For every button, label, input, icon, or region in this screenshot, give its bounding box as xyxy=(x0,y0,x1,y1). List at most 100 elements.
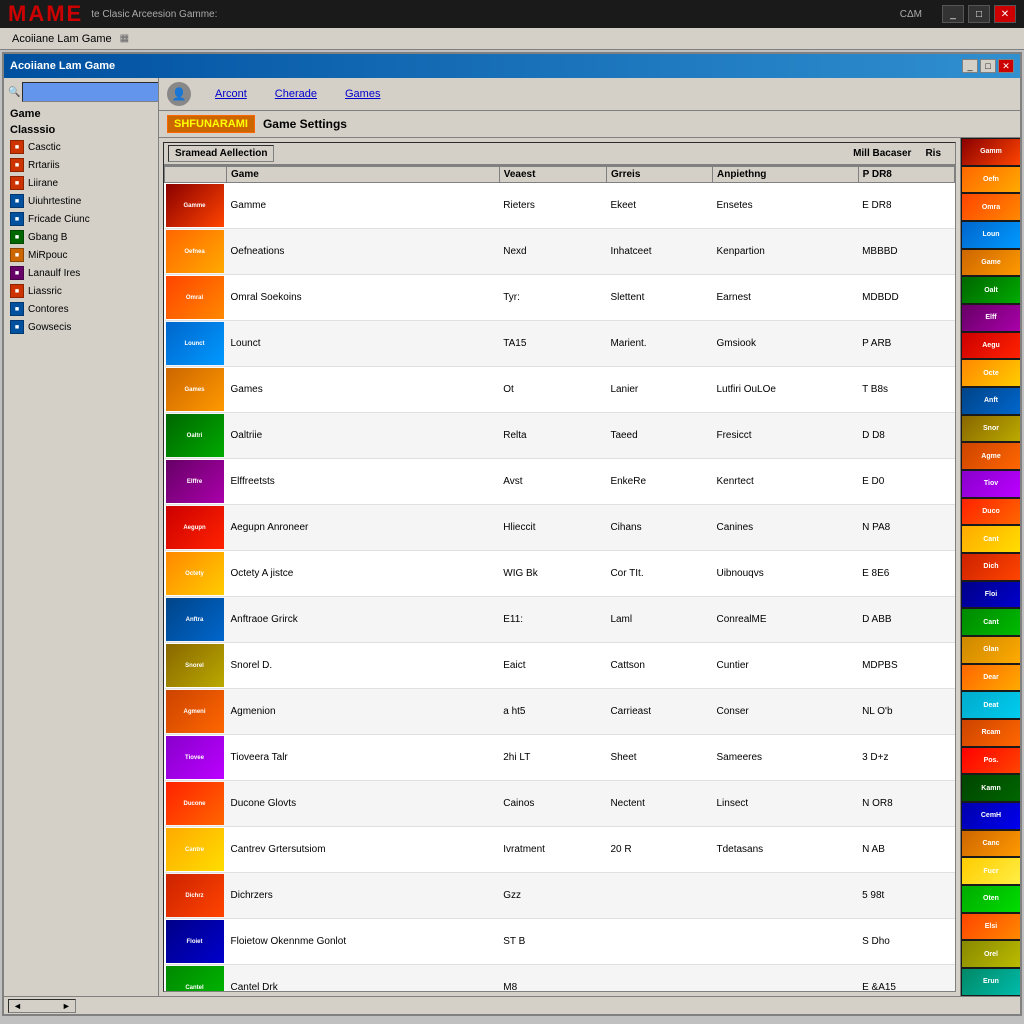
close-button[interactable]: ✕ xyxy=(994,5,1016,23)
col-header-ris[interactable]: Ris xyxy=(925,148,941,159)
table-row[interactable]: Octety Octety A jistce WIG Bk Cor TIt. U… xyxy=(165,551,955,597)
right-thumb-24[interactable]: CemH xyxy=(962,803,1020,829)
table-row[interactable]: Omral Omral Soekoins Tyr: Slettent Earne… xyxy=(165,275,955,321)
right-thumb-13[interactable]: Duco xyxy=(962,499,1020,525)
window-title-bar: Acoiiane Lam Game _ □ ✕ xyxy=(4,54,1020,78)
col-header-mill[interactable]: Mill Bacaser xyxy=(853,148,911,159)
sidebar-label-4: Fricade Ciunc xyxy=(28,214,90,225)
tab-cherade[interactable]: Cherade xyxy=(271,86,321,102)
right-thumb-15[interactable]: Dich xyxy=(962,554,1020,580)
table-row[interactable]: Snorel Snorel D. Eaict Cattson Cuntier M… xyxy=(165,643,955,689)
game-rating-15: 5 98t xyxy=(858,873,954,919)
table-row[interactable]: Cantel Cantel Drk M8 E &A15 xyxy=(165,965,955,993)
right-thumb-21[interactable]: Rcam xyxy=(962,720,1020,746)
sidebar-item-casctic[interactable]: ■ Casctic xyxy=(4,138,158,156)
minimize-button[interactable]: _ xyxy=(942,5,964,23)
game-genre-9: Laml xyxy=(606,597,712,643)
th-game[interactable]: Game xyxy=(227,167,500,183)
game-genre-5: Taeed xyxy=(606,413,712,459)
games-list[interactable]: Sramead Aellection Mill Bacaser Ris Game… xyxy=(163,142,956,992)
game-name-7: Aegupn Anroneer xyxy=(227,505,500,551)
right-thumb-8[interactable]: Octe xyxy=(962,360,1020,386)
game-rating-1: MBBBD xyxy=(858,229,954,275)
right-thumb-5[interactable]: Oalt xyxy=(962,277,1020,303)
right-thumb-6[interactable]: Elff xyxy=(962,305,1020,331)
right-thumb-17[interactable]: Cant xyxy=(962,609,1020,635)
status-bar: ◄ ► xyxy=(4,996,1020,1014)
sidebar-item-liirane[interactable]: ■ Liirane xyxy=(4,174,158,192)
table-row[interactable]: Oefnea Oefneations Nexd Inhatceet Kenpar… xyxy=(165,229,955,275)
sidebar-label-2: Liirane xyxy=(28,178,58,189)
right-thumb-18[interactable]: Glan xyxy=(962,637,1020,663)
win-close[interactable]: ✕ xyxy=(998,59,1014,73)
sidebar-item-contores[interactable]: ■ Contores xyxy=(4,300,158,318)
sidebar-item-fricade-ciunc[interactable]: ■ Fricade Ciunc xyxy=(4,210,158,228)
th-genre[interactable]: Grreis xyxy=(606,167,712,183)
sidebar-item-lanaulf-ires[interactable]: ■ Lanaulf Ires xyxy=(4,264,158,282)
sidebar-item-rrtariis[interactable]: ■ Rrtariis xyxy=(4,156,158,174)
right-thumb-30[interactable]: Erun xyxy=(962,969,1020,995)
right-thumb-4[interactable]: Game xyxy=(962,250,1020,276)
right-thumb-1[interactable]: Oefn xyxy=(962,167,1020,193)
th-rating[interactable]: P DR8 xyxy=(858,167,954,183)
sidebar-icon-1: ■ xyxy=(10,158,24,172)
right-thumb-14[interactable]: Cant xyxy=(962,526,1020,552)
right-thumb-12[interactable]: Tiov xyxy=(962,471,1020,497)
sidebar-item-gowsecis[interactable]: ■ Gowsecis xyxy=(4,318,158,336)
right-thumb-3[interactable]: Loun xyxy=(962,222,1020,248)
game-publisher-13: Linsect xyxy=(712,781,858,827)
right-thumb-7[interactable]: Aegu xyxy=(962,333,1020,359)
sidebar-item-liassric[interactable]: ■ Liassric xyxy=(4,282,158,300)
sidebar-item-gbang-b[interactable]: ■ Gbang B xyxy=(4,228,158,246)
th-version[interactable]: Veaest xyxy=(499,167,606,183)
sidebar-label-8: Liassric xyxy=(28,286,62,297)
sidebar-label-9: Contores xyxy=(28,304,69,315)
right-thumb-0[interactable]: Gamm xyxy=(962,139,1020,165)
table-row[interactable]: Lounct Lounct TA15 Marient. Gmsiook P AR… xyxy=(165,321,955,367)
right-thumb-19[interactable]: Dear xyxy=(962,665,1020,691)
menu-item-main[interactable]: Acoiiane Lam Game xyxy=(4,31,120,47)
sidebar-item-uiuhrtestine[interactable]: ■ Uiuhrtestine xyxy=(4,192,158,210)
right-thumb-28[interactable]: Elsi xyxy=(962,914,1020,940)
table-row[interactable]: Gamme Gamme Rieters Ekeet Ensetes E DR8 xyxy=(165,183,955,229)
table-row[interactable]: Agmeni Agmenion a ht5 Carrieast Conser N… xyxy=(165,689,955,735)
game-name-0: Gamme xyxy=(227,183,500,229)
tab-games[interactable]: Games xyxy=(341,86,384,102)
right-thumb-22[interactable]: Pos. xyxy=(962,748,1020,774)
game-thumbnail-1: Oefnea xyxy=(165,229,227,275)
right-thumb-11[interactable]: Agme xyxy=(962,443,1020,469)
win-minimize[interactable]: _ xyxy=(962,59,978,73)
selection-filter-button[interactable]: Sramead Aellection xyxy=(168,145,274,162)
settings-header: SHFUNARAMI Game Settings xyxy=(159,111,1020,138)
right-thumb-29[interactable]: Orel xyxy=(962,941,1020,967)
right-thumb-26[interactable]: Fucr xyxy=(962,858,1020,884)
right-thumb-23[interactable]: Kamn xyxy=(962,775,1020,801)
table-row[interactable]: Dichrz Dichrzers Gzz 5 98t xyxy=(165,873,955,919)
right-thumb-9[interactable]: Anft xyxy=(962,388,1020,414)
table-row[interactable]: Ducone Ducone Glovts Cainos Nectent Lins… xyxy=(165,781,955,827)
right-thumb-10[interactable]: Snor xyxy=(962,416,1020,442)
table-row[interactable]: Games Games Ot Lanier Lutfiri OuLOe T B8… xyxy=(165,367,955,413)
right-thumb-27[interactable]: Oten xyxy=(962,886,1020,912)
table-row[interactable]: Anftra Anftraoe Grirck E11: Laml Conreal… xyxy=(165,597,955,643)
table-row[interactable]: Oaltri Oaltriie Relta Taeed Fresicct D D… xyxy=(165,413,955,459)
th-thumb[interactable] xyxy=(165,167,227,183)
win-restore[interactable]: □ xyxy=(980,59,996,73)
game-version-12: 2hi LT xyxy=(499,735,606,781)
right-thumb-16[interactable]: Floi xyxy=(962,582,1020,608)
table-row[interactable]: Floiet Floietow Okennme Gonlot ST B S Dh… xyxy=(165,919,955,965)
search-input[interactable] xyxy=(22,82,159,102)
maximize-button[interactable]: □ xyxy=(968,5,990,23)
table-row[interactable]: Elffre Elffreetsts Avst EnkeRe Kenrtect … xyxy=(165,459,955,505)
right-thumb-20[interactable]: Deat xyxy=(962,692,1020,718)
right-thumb-25[interactable]: Canc xyxy=(962,831,1020,857)
right-thumb-2[interactable]: Omra xyxy=(962,194,1020,220)
title-subtitle: te Clasic Arceesion Gamme: xyxy=(91,9,217,20)
tab-arcont[interactable]: Arcont xyxy=(211,86,251,102)
table-row[interactable]: Tiovee Tioveera Talr 2hi LT Sheet Sameer… xyxy=(165,735,955,781)
sidebar-item-mirpouc[interactable]: ■ MiRpouc xyxy=(4,246,158,264)
table-row[interactable]: Cantre Cantrev Grtersutsiom Ivratment 20… xyxy=(165,827,955,873)
game-thumbnail-8: Octety xyxy=(165,551,227,597)
th-publisher[interactable]: Anpiethng xyxy=(712,167,858,183)
table-row[interactable]: Aegupn Aegupn Anroneer Hlieccit Cihans C… xyxy=(165,505,955,551)
